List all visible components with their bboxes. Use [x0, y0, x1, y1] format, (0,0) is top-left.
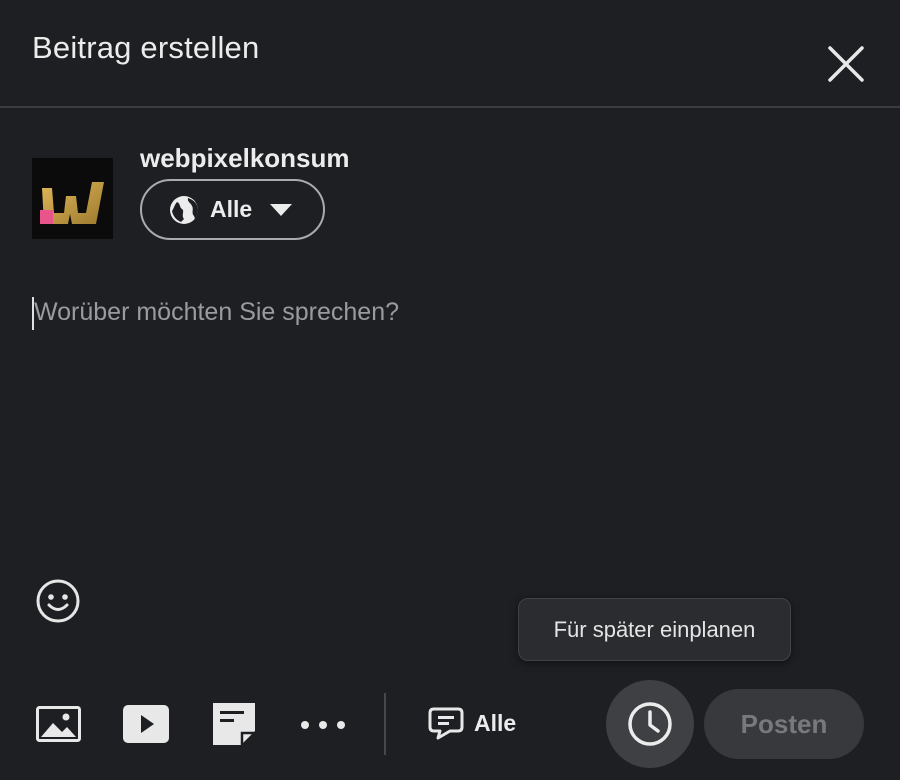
- editor-placeholder: Worüber möchten Sie sprechen?: [34, 298, 400, 326]
- more-options-button[interactable]: [299, 718, 347, 736]
- comment-icon: [428, 707, 464, 740]
- post-button[interactable]: Posten: [704, 689, 864, 759]
- comment-settings-label: Alle: [474, 709, 517, 736]
- chevron-down-icon: [270, 203, 293, 216]
- clock-icon: [628, 702, 672, 746]
- author-name: webpixelkonsum: [140, 143, 350, 173]
- more-icon: [301, 721, 345, 729]
- image-icon: [36, 706, 81, 742]
- avatar[interactable]: [32, 158, 113, 239]
- audience-label: Alle: [210, 196, 253, 222]
- audience-selector[interactable]: Alle: [140, 179, 325, 240]
- webpixelkonsum-logo: [40, 182, 104, 224]
- add-media-button[interactable]: [36, 706, 81, 747]
- emoji-button[interactable]: [35, 578, 81, 624]
- schedule-tooltip: Für später einplanen: [518, 598, 791, 661]
- dialog-header: Beitrag erstellen: [0, 0, 900, 108]
- post-editor[interactable]: Worüber möchten Sie sprechen?: [32, 290, 862, 550]
- emoji-icon: [36, 579, 80, 623]
- video-icon: [123, 705, 169, 743]
- close-button[interactable]: [820, 38, 872, 90]
- add-document-button[interactable]: [213, 703, 255, 750]
- comment-settings-button[interactable]: Alle: [428, 703, 516, 743]
- globe-icon: [170, 195, 198, 224]
- document-icon: [213, 703, 255, 745]
- dialog-title: Beitrag erstellen: [32, 30, 260, 65]
- add-video-button[interactable]: [123, 705, 169, 748]
- schedule-button[interactable]: [606, 680, 694, 768]
- toolbar-divider: [384, 693, 386, 755]
- close-icon: [828, 46, 864, 82]
